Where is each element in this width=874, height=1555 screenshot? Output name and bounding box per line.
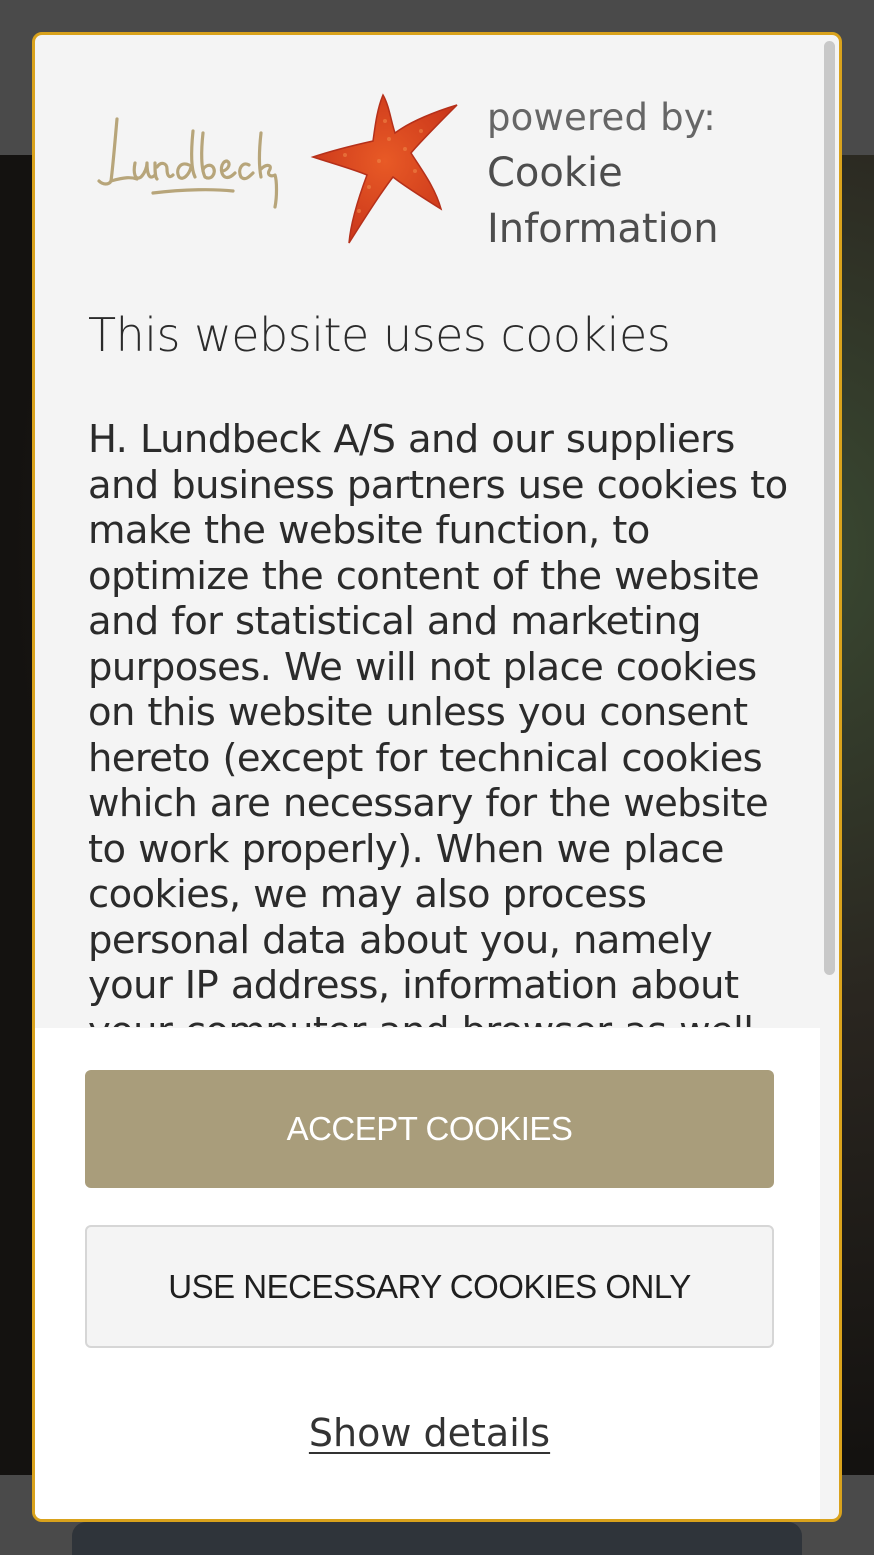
powered-by-block: powered by: Cookie Information bbox=[487, 91, 719, 257]
cookie-consent-dialog: powered by: Cookie Information This webs… bbox=[32, 32, 842, 1522]
background-card bbox=[72, 1522, 802, 1555]
lundbeck-logo bbox=[95, 111, 285, 221]
dialog-footer: ACCEPT COOKIES USE NECESSARY COOKIES ONL… bbox=[35, 1028, 820, 1519]
provider-name-line2: Information bbox=[487, 206, 719, 252]
provider-name-line1: Cookie bbox=[487, 150, 623, 196]
cookie-information-star-logo bbox=[309, 91, 469, 251]
dialog-scrollbar[interactable] bbox=[824, 41, 835, 975]
dialog-title: This website uses cookies bbox=[88, 308, 671, 362]
dialog-content: This website uses cookies H. Lundbeck A/… bbox=[88, 305, 788, 1027]
dialog-header: powered by: Cookie Information bbox=[95, 91, 775, 261]
necessary-cookies-only-button[interactable]: USE NECESSARY COOKIES ONLY bbox=[85, 1225, 774, 1348]
accept-cookies-button[interactable]: ACCEPT COOKIES bbox=[85, 1070, 774, 1188]
show-details-link[interactable]: Show details bbox=[35, 1408, 824, 1458]
powered-by-label: powered by: bbox=[487, 96, 716, 139]
dialog-description: H. Lundbeck A/S and our suppliers and bu… bbox=[88, 417, 788, 1027]
